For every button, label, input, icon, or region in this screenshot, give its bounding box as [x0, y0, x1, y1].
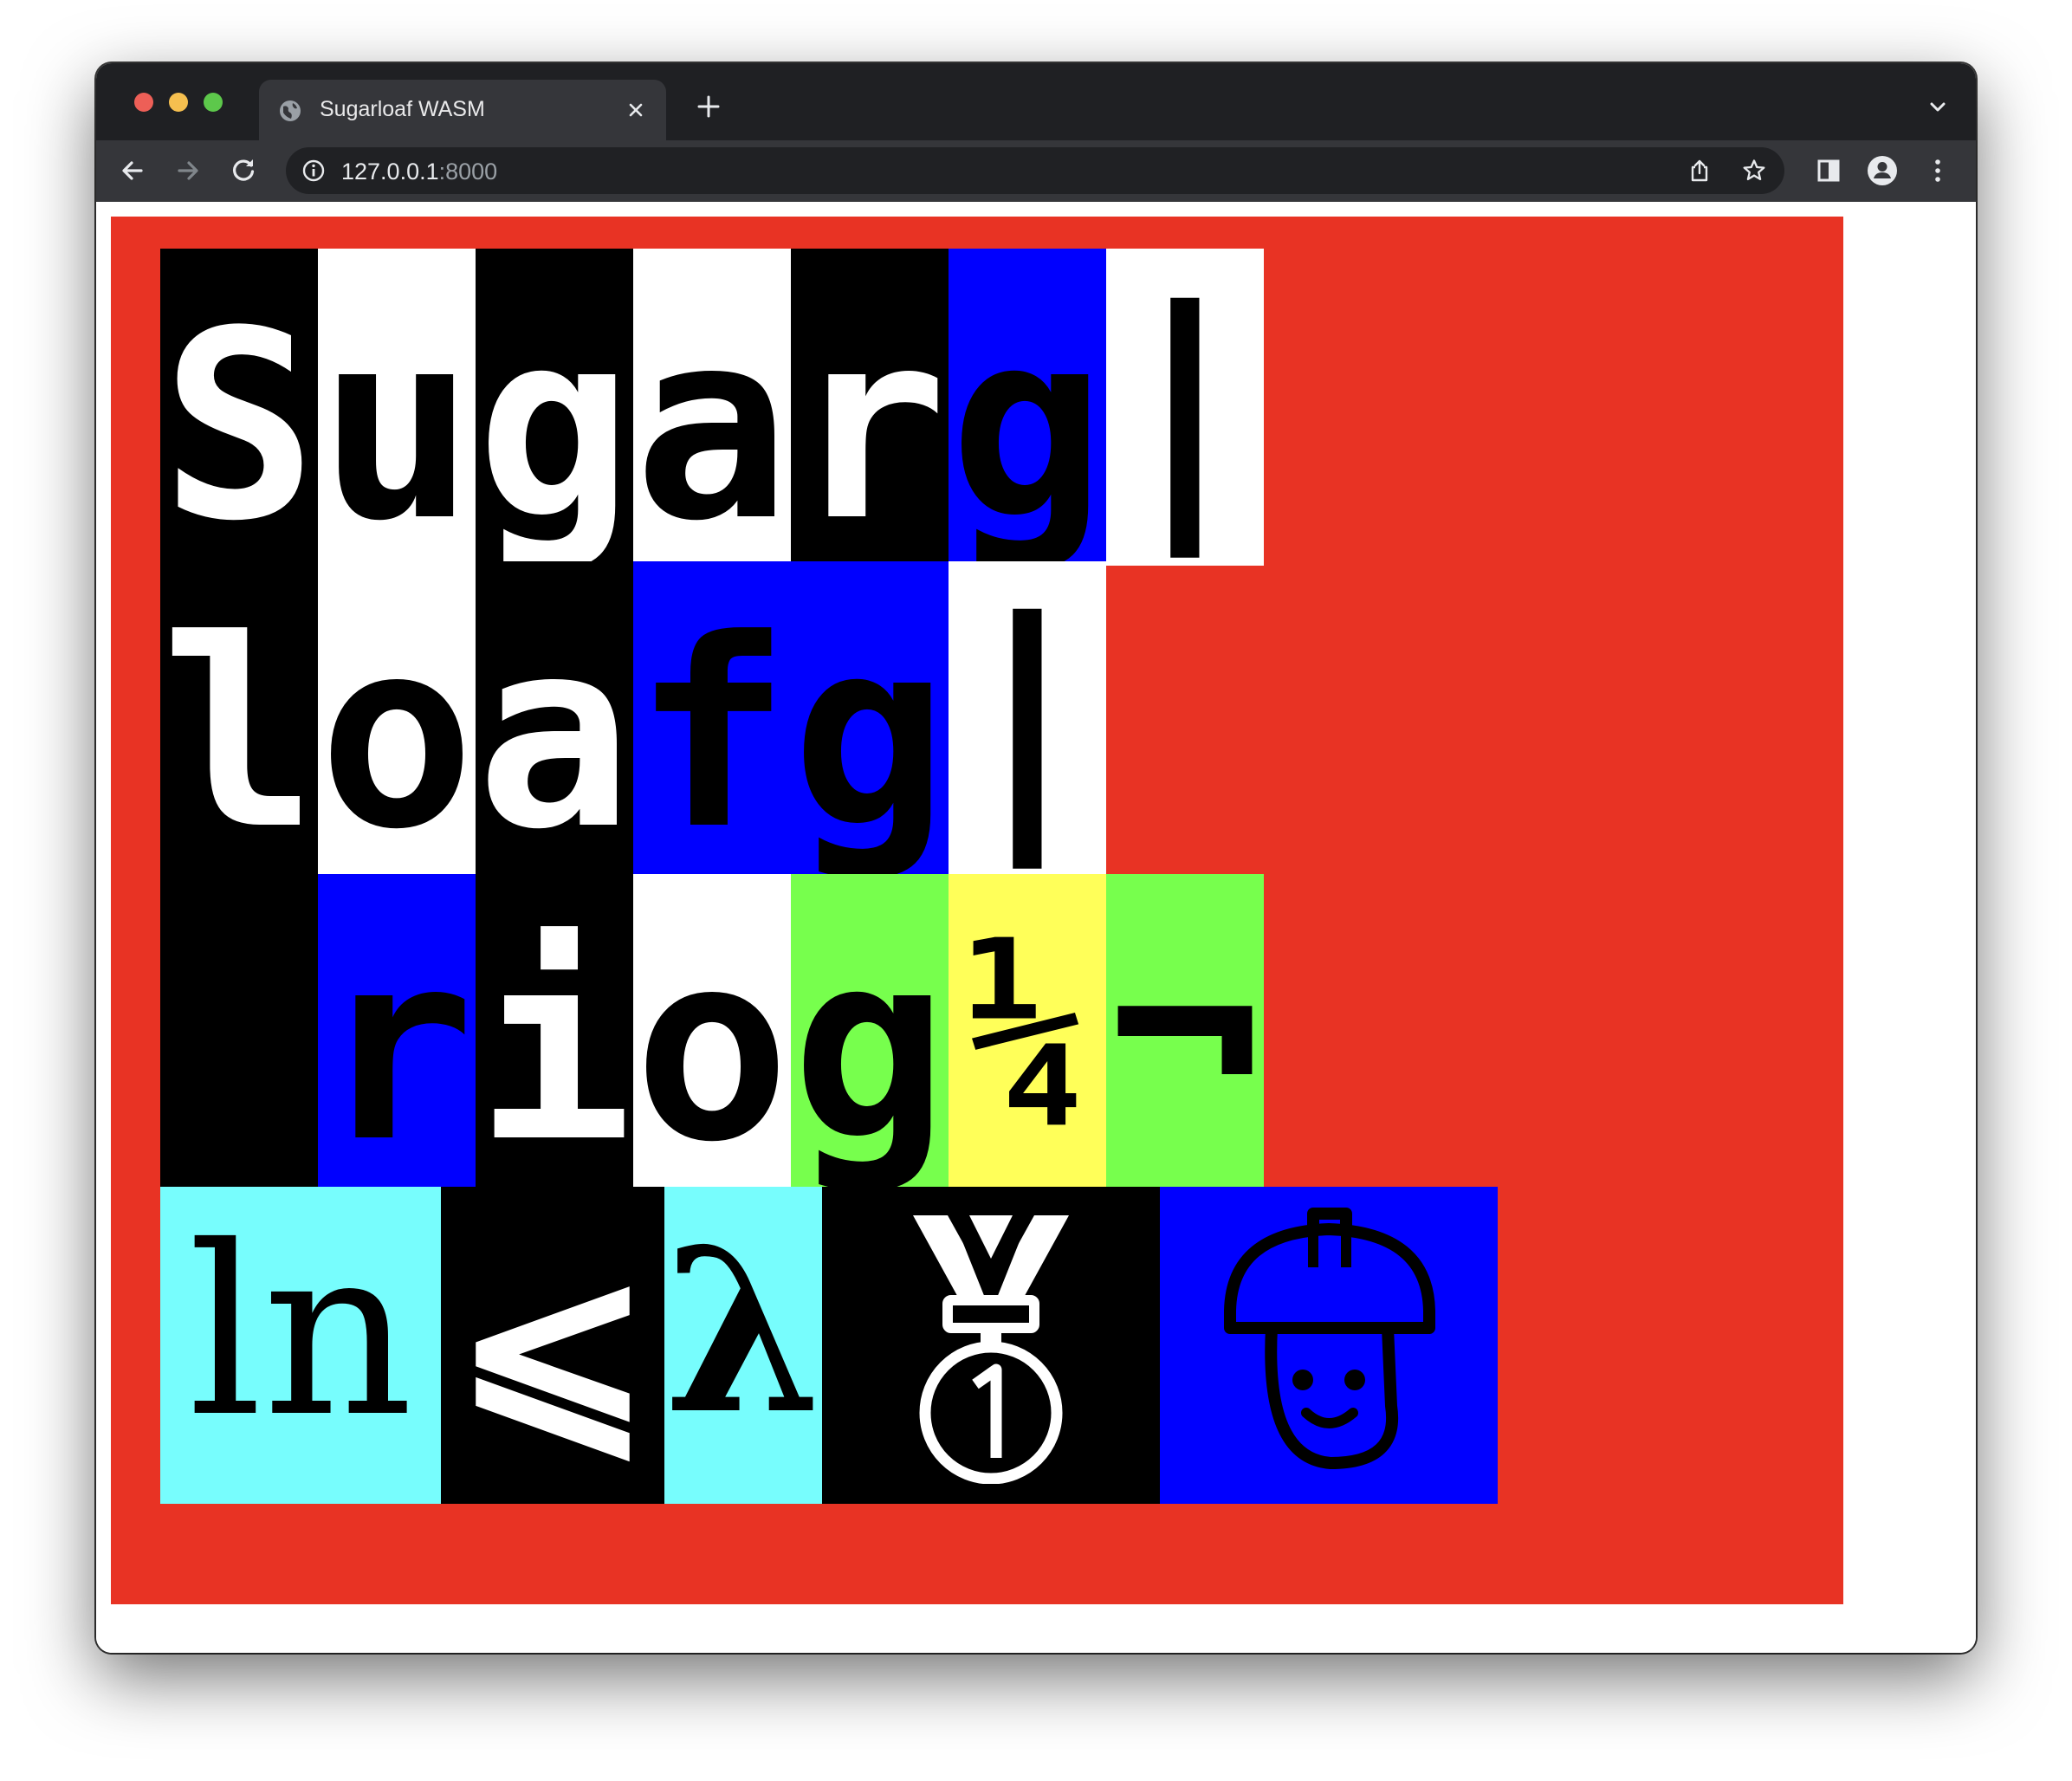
grid-cell-medal — [822, 1187, 1160, 1504]
maximize-window-button[interactable] — [204, 93, 223, 112]
kebab-menu-icon[interactable] — [1922, 155, 1953, 186]
grid-cell-blank — [160, 874, 318, 1187]
chevron-down-icon[interactable] — [1926, 94, 1950, 119]
grid-cell-bar-1: | — [1106, 249, 1264, 566]
grid-cell-rio-g: g — [791, 874, 949, 1187]
browser-tab[interactable]: Sugarloaf WASM — [259, 80, 666, 140]
url-host: 127.0.0.1 — [341, 159, 439, 185]
profile-icon[interactable] — [1867, 155, 1898, 186]
info-icon[interactable] — [301, 159, 326, 183]
glyph-l: l — [160, 583, 318, 874]
grid-cell-lambda: λ — [664, 1187, 822, 1504]
star-icon[interactable] — [1741, 158, 1767, 184]
glyph-r-2: r — [318, 896, 476, 1187]
plus-icon[interactable] — [694, 92, 723, 121]
grid-cell-loaf-a: a — [476, 561, 633, 874]
grid-cell-sugar-u: u — [318, 249, 476, 561]
glyph-g-3: g — [791, 896, 949, 1187]
grid-cell-leq: ⩽ — [441, 1187, 664, 1504]
arrow-right-icon[interactable] — [172, 155, 204, 186]
glyph-g-2: g — [791, 583, 949, 874]
reload-icon[interactable] — [228, 155, 259, 186]
grid-cell-sugar-a: a — [633, 249, 791, 561]
grid-cell-loaf-l: l — [160, 561, 318, 874]
minimize-window-button[interactable] — [169, 93, 188, 112]
url-text[interactable]: 127.0.0.1:8000 — [341, 159, 497, 185]
share-icon[interactable] — [1687, 158, 1713, 184]
sugarloaf-canvas: S u g a r g | l o a f g | r i o g ¼ ¬ ln… — [111, 217, 1843, 1604]
grid-cell-not-sign: ¬ — [1106, 874, 1264, 1187]
grid-cell-loaf-g: g — [791, 561, 949, 874]
glyph-g-blue: g — [949, 275, 1106, 561]
glyph-ln: ln — [187, 1195, 414, 1468]
glyph-lambda: λ — [664, 1200, 822, 1464]
grid-cell-ln: ln — [160, 1187, 441, 1504]
glyph-a-2: a — [476, 583, 633, 874]
glyph-bar-2: | — [949, 566, 1106, 869]
glyph-i: i — [476, 896, 633, 1187]
browser-window: Sugarloaf WASM 127.0.0.1:8000 S u g a r … — [96, 63, 1976, 1653]
glyph-not-sign: ¬ — [1106, 878, 1264, 1182]
close-tab-icon[interactable] — [623, 97, 649, 123]
grid-cell-sugar-g: g — [476, 249, 633, 561]
glyph-s: S — [160, 275, 318, 561]
glyph-o-2: o — [633, 896, 791, 1187]
first-place-medal-icon — [913, 1215, 1069, 1484]
glyph-one-quarter: ¼ — [967, 914, 1088, 1146]
title-bar: Sugarloaf WASM — [96, 63, 1976, 140]
glyph-less-equal: ⩽ — [454, 1208, 651, 1483]
browser-toolbar: 127.0.0.1:8000 — [96, 140, 1976, 202]
close-window-button[interactable] — [134, 93, 153, 112]
glyph-f: f — [633, 583, 791, 874]
page-content: S u g a r g | l o a f g | r i o g ¼ ¬ ln… — [96, 202, 1976, 1653]
grid-cell-sugar-g-blue: g — [949, 249, 1106, 561]
grid-cell-loaf-o: o — [318, 561, 476, 874]
side-panel-icon[interactable] — [1813, 155, 1844, 186]
grid-cell-rio-o: o — [633, 874, 791, 1187]
grid-cell-sugar-r: r — [791, 249, 949, 561]
grid-cell-bar-2: | — [949, 561, 1106, 874]
grid-cell-loaf-f: f — [633, 561, 791, 874]
grid-cell-sugar-s: S — [160, 249, 318, 561]
address-bar[interactable]: 127.0.0.1:8000 — [286, 147, 1784, 194]
grid-cell-rio-r: r — [318, 874, 476, 1187]
construction-worker-icon — [1224, 1208, 1435, 1470]
glyph-g: g — [476, 275, 633, 561]
glyph-bar-1: | — [1106, 256, 1264, 558]
grid-cell-quarter: ¼ — [949, 874, 1106, 1187]
glyph-a: a — [633, 275, 791, 561]
arrow-left-icon[interactable] — [117, 155, 148, 186]
glyph-u: u — [318, 275, 476, 561]
glyph-r: r — [791, 275, 949, 561]
grid-cell-rio-i: i — [476, 874, 633, 1187]
glyph-o: o — [318, 583, 476, 874]
globe-icon — [280, 100, 301, 121]
grid-cell-worker — [1160, 1187, 1498, 1504]
tab-title: Sugarloaf WASM — [320, 97, 485, 121]
url-port: :8000 — [438, 159, 498, 185]
